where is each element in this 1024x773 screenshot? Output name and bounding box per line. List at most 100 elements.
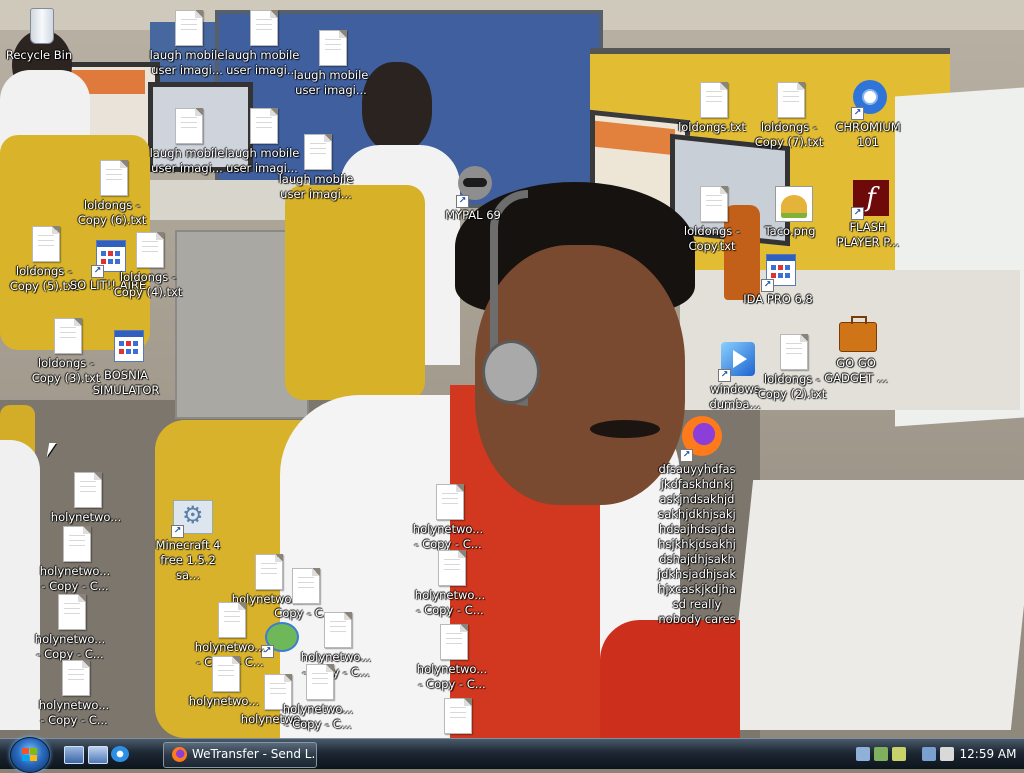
tray-app-icon-1[interactable] xyxy=(856,747,870,761)
laugh-mobile-file-4[interactable]: laugh mobile user imagi... xyxy=(147,104,227,176)
tray-app-icon-3[interactable] xyxy=(892,747,906,761)
holynetwork-copy-file[interactable]: holynetwo... - Copy - C... xyxy=(408,480,488,552)
text-file-icon xyxy=(301,660,335,702)
text-file-icon xyxy=(53,590,87,632)
recycle-bin[interactable]: Recycle Bin xyxy=(0,6,79,63)
chromium-101-shortcut[interactable]: ↗ CHROMIUM 101 xyxy=(828,78,908,150)
holynetwork-copy-file[interactable]: holynetwo... - Copy - C... xyxy=(30,590,110,662)
flash-icon: f ↗ xyxy=(851,178,889,220)
file-label: holynetwo... - Copy - C... xyxy=(414,588,486,617)
go-go-gadget[interactable]: GO GO GADGET ... xyxy=(816,314,896,386)
firefox-icon: ↗ xyxy=(680,416,722,462)
text-file-icon xyxy=(431,480,465,522)
text-file-icon xyxy=(57,656,91,698)
application-icon: ↗ xyxy=(761,250,796,292)
text-file-icon xyxy=(439,694,473,736)
shortcut-arrow-icon: ↗ xyxy=(851,207,864,220)
file-label: holynetwo... - Copy - C... xyxy=(38,698,110,727)
taskbar-button-firefox[interactable]: WeTransfer - Send L... xyxy=(163,742,317,768)
mypal-69-shortcut[interactable]: ↗ MYPAL 69 xyxy=(433,166,513,223)
holynetwork-copy-file[interactable]: holynetwo... - Copy - C... xyxy=(278,660,358,732)
text-file-icon xyxy=(49,314,83,356)
briefcase-icon xyxy=(839,314,877,356)
recycle-bin-icon xyxy=(22,6,56,48)
file-label: laugh mobile user imagi... xyxy=(293,68,369,97)
text-file-icon xyxy=(245,6,279,48)
holynetwork-file[interactable] xyxy=(416,694,496,736)
volume-muted-icon[interactable] xyxy=(940,747,954,761)
ida-pro-shortcut[interactable]: ↗ IDA PRO 6.8 xyxy=(738,250,818,307)
minecraft-shortcut[interactable]: ↗ Minecraft 4 free 1.5.2 sa... xyxy=(148,496,228,583)
text-file-icon xyxy=(695,182,729,224)
text-file-icon xyxy=(95,156,129,198)
text-file-icon xyxy=(27,222,61,264)
internet-explorer-icon[interactable] xyxy=(111,746,129,762)
application-icon xyxy=(109,326,144,368)
text-file-icon xyxy=(695,78,729,120)
text-file-icon xyxy=(772,78,806,120)
holynetwork-file[interactable]: holynetwo... xyxy=(46,468,126,525)
text-file-icon xyxy=(170,104,204,146)
text-file-icon xyxy=(433,546,467,588)
bosnia-simulator[interactable]: BOSNIA SIMULATOR xyxy=(86,326,166,398)
text-file-icon xyxy=(319,608,353,650)
app-label: GO GO GADGET ... xyxy=(824,356,888,385)
loldongs-copy-4[interactable]: loldongs - Copy (4).txt xyxy=(108,228,188,300)
shortcut-arrow-icon: ↗ xyxy=(456,195,469,208)
recycle-bin-label: Recycle Bin xyxy=(5,48,73,62)
windows-logo-icon xyxy=(22,748,38,762)
shortcut-arrow-icon: ↗ xyxy=(851,107,864,120)
holynetwork-copy-file[interactable]: holynetwo... - Copy - C... xyxy=(35,522,115,594)
app-label: BOSNIA SIMULATOR xyxy=(92,368,160,397)
taskbar-button-label: WeTransfer - Send L... xyxy=(192,747,317,761)
text-file-icon xyxy=(287,564,321,606)
loldongs-copy-6[interactable]: loldongs - Copy (6).txt xyxy=(72,156,152,228)
taskbar-clock[interactable]: 12:59 AM xyxy=(958,739,1018,769)
taco-image-icon xyxy=(773,182,813,224)
text-file-icon xyxy=(299,130,333,172)
shortcut-arrow-icon: ↗ xyxy=(718,369,731,382)
loldongs-copy-7[interactable]: loldongs - Copy (7).txt xyxy=(749,78,829,150)
media-player-icon: ↗ xyxy=(718,340,755,382)
laugh-mobile-file-3[interactable]: laugh mobile user imagi... xyxy=(291,26,371,98)
text-file-icon xyxy=(775,330,809,372)
firefox-shortcut[interactable]: ↗ dfsauyyhdfas jkdfaskhdnkj askjndsakhjd… xyxy=(657,416,737,627)
text-file-icon xyxy=(170,6,204,48)
holynetwork-copy-file[interactable]: holynetwo... - Copy - C... xyxy=(34,656,114,728)
laugh-mobile-file-1[interactable]: laugh mobile user imagi... xyxy=(147,6,227,78)
file-label: laugh mobile user imagi... xyxy=(149,48,225,77)
shortcut-label: IDA PRO 6.8 xyxy=(743,292,813,306)
shortcut-label: MYPAL 69 xyxy=(445,208,501,222)
shortcut-arrow-icon: ↗ xyxy=(761,279,774,292)
network-icon[interactable] xyxy=(922,747,936,761)
loldongs-txt[interactable]: loldongs.txt xyxy=(672,78,752,135)
file-label: laugh mobile user imagi... xyxy=(149,146,225,175)
show-desktop-icon[interactable] xyxy=(64,746,84,764)
taco-png[interactable]: Taco.png xyxy=(750,182,830,239)
file-label: loldongs - Copy (6).txt xyxy=(77,198,147,227)
file-label: holynetwo... - Copy - C... xyxy=(282,702,354,731)
shortcut-arrow-icon: ↗ xyxy=(91,265,104,278)
taskbar: WeTransfer - Send L... 12:59 AM xyxy=(0,737,1024,773)
shortcut-label: CHROMIUM 101 xyxy=(835,120,901,149)
switch-windows-icon[interactable] xyxy=(88,746,108,764)
tray-app-icon-2[interactable] xyxy=(874,747,888,761)
text-file-icon xyxy=(69,468,103,510)
holynetwork-copy-file[interactable]: holynetwo... - Copy - C... xyxy=(410,546,490,618)
file-label: laugh mobile user imagi... xyxy=(278,172,354,201)
laugh-mobile-file-2[interactable]: laugh mobile user imagi... xyxy=(222,6,302,78)
holynetwork-copy-file[interactable]: holynetwo... - Copy - C... xyxy=(412,620,492,692)
text-file-icon xyxy=(131,228,165,270)
loldongs-copy[interactable]: loldongs - Copy.txt xyxy=(672,182,752,254)
file-label: holynetwo... - Copy - C... xyxy=(416,662,488,691)
laugh-mobile-file-6[interactable]: laugh mobile user imagi... xyxy=(276,130,356,202)
shortcut-label: Minecraft 4 free 1.5.2 sa... xyxy=(155,538,221,582)
file-label: loldongs - Copy (7).txt xyxy=(754,120,824,149)
text-file-icon xyxy=(58,522,92,564)
text-file-icon xyxy=(213,598,247,640)
file-label: loldongs - Copy (4).txt xyxy=(113,270,183,299)
shortcut-label: FLASH PLAYER P... xyxy=(836,220,900,249)
text-file-icon xyxy=(245,104,279,146)
text-file-icon xyxy=(314,26,348,68)
flash-player-shortcut[interactable]: f ↗ FLASH PLAYER P... xyxy=(828,178,908,250)
